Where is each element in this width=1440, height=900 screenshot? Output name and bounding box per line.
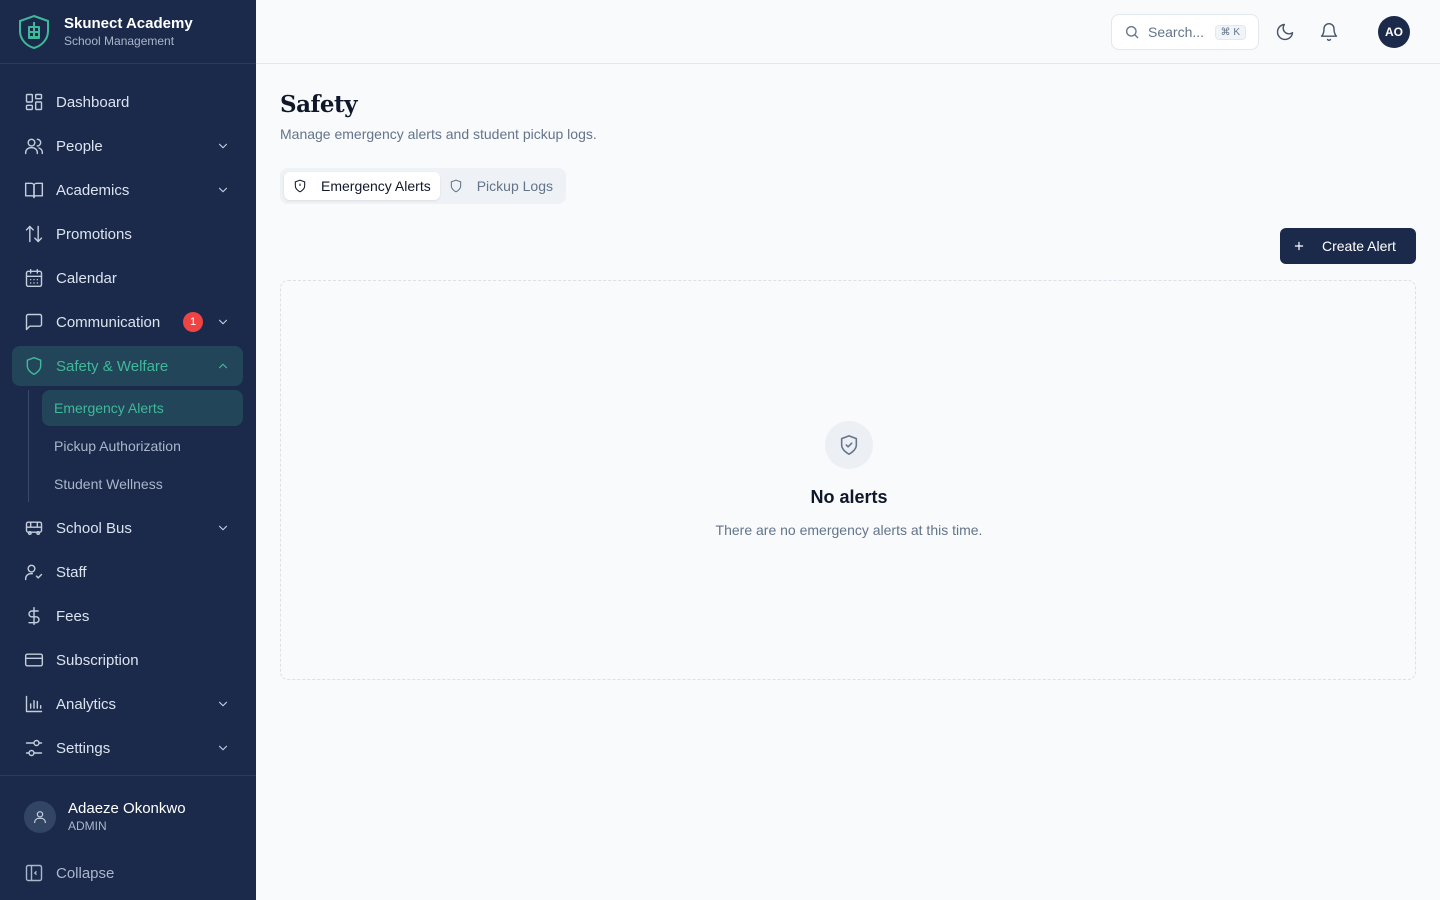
chevron-down-icon xyxy=(215,182,231,198)
sidebar-item-label: Academics xyxy=(56,181,130,199)
school-shield-logo-icon xyxy=(16,14,52,50)
sidebar-item-label: Calendar xyxy=(56,269,117,287)
subnav-item-student-wellness[interactable]: Student Wellness xyxy=(42,466,243,502)
empty-state-title: No alerts xyxy=(810,487,888,507)
panel-left-icon xyxy=(25,864,43,882)
calendar-icon xyxy=(24,268,44,288)
arrow-up-down-icon xyxy=(24,224,44,244)
sidebar-item-settings[interactable]: Settings xyxy=(12,728,243,768)
empty-state: No alerts There are no emergency alerts … xyxy=(280,280,1416,680)
chevron-down-icon xyxy=(215,740,231,756)
sidebar-item-subscription[interactable]: Subscription xyxy=(12,640,243,680)
sidebar-item-people[interactable]: People xyxy=(12,126,243,166)
search-icon xyxy=(1126,26,1139,39)
sidebar-nav: Dashboard People Academics Promotions Ca… xyxy=(12,82,243,772)
sidebar-item-academics[interactable]: Academics xyxy=(12,170,243,210)
subnav-item-pickup-authorization[interactable]: Pickup Authorization xyxy=(42,428,243,464)
collapse-label: Collapse xyxy=(56,864,115,882)
book-open-icon xyxy=(24,180,44,200)
dashboard-icon xyxy=(24,92,44,112)
user-avatar xyxy=(24,801,56,833)
search-placeholder: Search... xyxy=(1148,24,1205,40)
shield-alert-icon xyxy=(294,179,306,193)
shield-icon xyxy=(24,356,44,376)
sidebar-item-staff[interactable]: Staff xyxy=(12,552,243,592)
chevron-up-icon xyxy=(215,358,231,374)
sidebar-item-label: Safety & Welfare xyxy=(56,357,169,375)
sidebar-item-label: Communication xyxy=(56,313,161,331)
brand[interactable]: Skunect Academy School Management xyxy=(0,0,256,64)
sidebar-item-label: Analytics xyxy=(56,695,117,713)
moon-icon xyxy=(1276,23,1294,41)
user-check-icon xyxy=(24,562,44,582)
tab-label: Pickup Logs xyxy=(476,178,553,194)
tab-list: Emergency Alerts Pickup Logs xyxy=(280,168,566,204)
sidebar-item-safety-welfare[interactable]: Safety & Welfare xyxy=(12,346,243,386)
users-icon xyxy=(24,136,44,156)
theme-toggle-button[interactable] xyxy=(1273,20,1297,44)
sidebar-item-school-bus[interactable]: School Bus xyxy=(12,508,243,548)
sidebar-item-analytics[interactable]: Analytics xyxy=(12,684,243,724)
dollar-sign-icon xyxy=(24,606,44,626)
sidebar-item-dashboard[interactable]: Dashboard xyxy=(12,82,243,122)
tab-pickup-logs[interactable]: Pickup Logs xyxy=(440,172,562,200)
user-avatar-button[interactable]: AO xyxy=(1378,16,1410,48)
bell-icon xyxy=(1320,23,1338,41)
sidebar-item-label: Staff xyxy=(56,563,87,581)
shield-icon xyxy=(450,179,461,193)
user-icon xyxy=(34,811,46,823)
sidebar-item-fees[interactable]: Fees xyxy=(12,596,243,636)
sidebar-item-promotions[interactable]: Promotions xyxy=(12,214,243,254)
collapse-sidebar-button[interactable]: Collapse xyxy=(0,858,256,888)
settings-sliders-icon xyxy=(24,738,44,758)
sidebar-item-label: School Bus xyxy=(56,519,132,537)
safety-welfare-subnav: Emergency Alerts Pickup Authorization St… xyxy=(28,390,243,502)
create-alert-button[interactable]: Create Alert xyxy=(1280,228,1416,264)
sidebar-item-label: Subscription xyxy=(56,651,139,669)
sidebar-item-communication[interactable]: Communication 1 xyxy=(12,302,243,342)
create-alert-label: Create Alert xyxy=(1322,238,1396,254)
sidebar-footer: Adaeze Okonkwo ADMIN Collapse xyxy=(0,775,256,888)
user-profile[interactable]: Adaeze Okonkwo ADMIN xyxy=(0,776,256,858)
chevron-down-icon xyxy=(215,314,231,330)
bar-chart-icon xyxy=(24,694,44,714)
sidebar-item-label: Settings xyxy=(56,739,111,757)
sidebar-item-label: Fees xyxy=(56,607,90,625)
message-square-icon xyxy=(24,312,44,332)
search-input[interactable]: Search... ⌘ K xyxy=(1111,14,1259,50)
search-shortcut: ⌘ K xyxy=(1214,24,1246,40)
bus-icon xyxy=(24,518,44,538)
empty-state-description: There are no emergency alerts at this ti… xyxy=(715,522,983,538)
page-description: Manage emergency alerts and student pick… xyxy=(280,126,597,142)
shield-check-icon xyxy=(825,421,873,469)
sidebar-item-label: People xyxy=(56,137,103,155)
topbar: Search... ⌘ K AO xyxy=(256,0,1440,64)
brand-name: Skunect Academy xyxy=(64,14,193,32)
notifications-button[interactable] xyxy=(1317,20,1341,44)
sidebar-item-calendar[interactable]: Calendar xyxy=(12,258,243,298)
tab-label: Emergency Alerts xyxy=(321,178,431,194)
user-role: ADMIN xyxy=(68,819,107,833)
page-title: Safety xyxy=(280,91,358,118)
brand-subtitle: School Management xyxy=(64,33,175,48)
tab-emergency-alerts[interactable]: Emergency Alerts xyxy=(284,172,440,200)
credit-card-icon xyxy=(24,650,44,670)
plus-icon xyxy=(1294,241,1304,251)
subnav-item-emergency-alerts[interactable]: Emergency Alerts xyxy=(42,390,243,426)
sidebar-item-label: Promotions xyxy=(56,225,132,243)
sidebar: Skunect Academy School Management Dashbo… xyxy=(0,0,256,900)
sidebar-item-label: Dashboard xyxy=(56,93,130,111)
chevron-down-icon xyxy=(215,696,231,712)
chevron-down-icon xyxy=(215,138,231,154)
user-name: Adaeze Okonkwo xyxy=(68,800,186,817)
chevron-down-icon xyxy=(215,520,231,536)
notification-badge: 1 xyxy=(183,312,203,332)
